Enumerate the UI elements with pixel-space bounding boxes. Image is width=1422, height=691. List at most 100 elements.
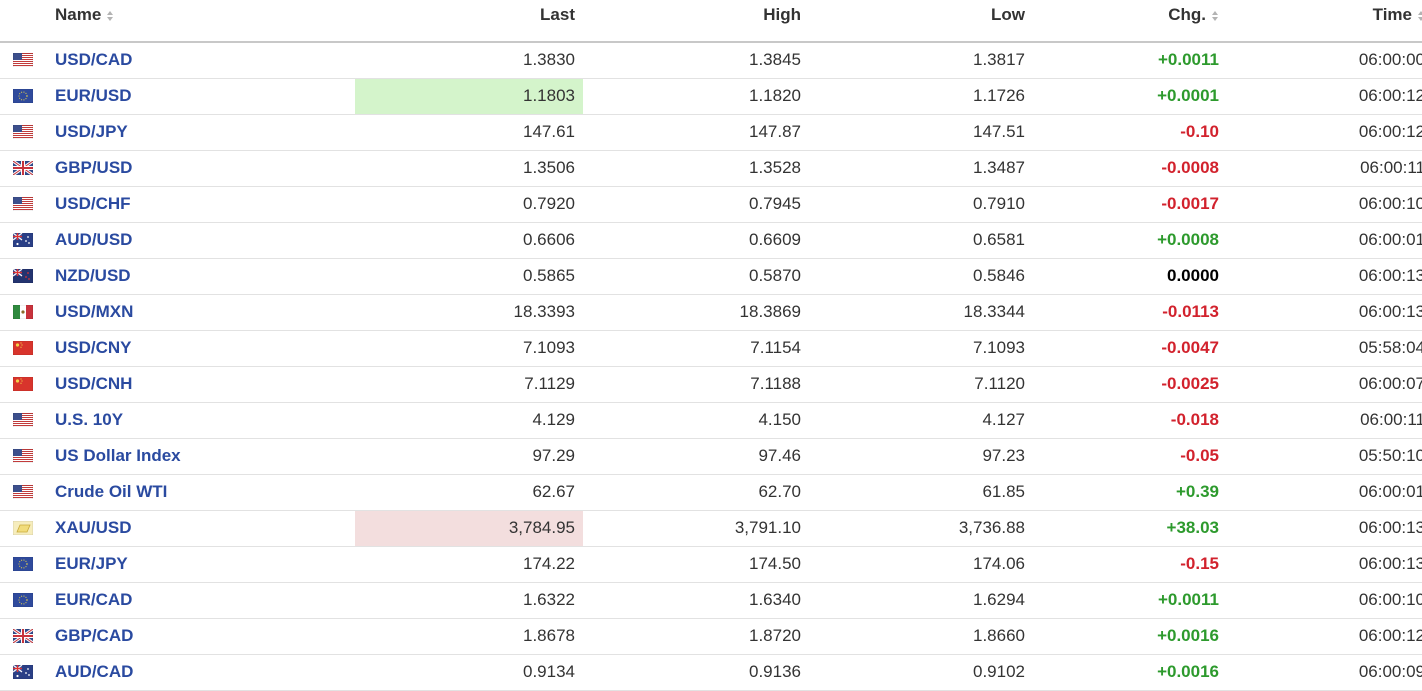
table-row[interactable]: EUR/JPY 174.22 174.50 174.06 -0.15 06:00…	[0, 546, 1422, 583]
high-price-cell: 18.3869	[583, 294, 809, 331]
flag-cell	[0, 618, 48, 655]
instrument-link[interactable]: USD/CAD	[48, 50, 132, 69]
table-row[interactable]: AUD/USD 0.6606 0.6609 0.6581 +0.0008 06:…	[0, 222, 1422, 259]
flag-cell	[0, 150, 48, 187]
time-header-label: Time	[1372, 4, 1412, 24]
instrument-link[interactable]: US Dollar Index	[48, 446, 181, 465]
time-cell: 06:00:11	[1225, 402, 1422, 439]
table-row[interactable]: U.S. 10Y 4.129 4.150 4.127 -0.018 06:00:…	[0, 402, 1422, 439]
instrument-link[interactable]: U.S. 10Y	[48, 410, 123, 429]
us-flag-icon	[0, 449, 48, 463]
table-row[interactable]: Crude Oil WTI 62.67 62.70 61.85 +0.39 06…	[0, 474, 1422, 511]
uk-flag-icon	[0, 629, 48, 643]
table-row[interactable]: EUR/USD 1.1803 1.1820 1.1726 +0.0001 06:…	[0, 78, 1422, 115]
instrument-link[interactable]: USD/JPY	[48, 122, 128, 141]
instrument-link[interactable]: USD/CNY	[48, 338, 132, 357]
flag-column-header	[0, 0, 48, 43]
instrument-link[interactable]: USD/MXN	[48, 302, 133, 321]
table-row[interactable]: EUR/CAD 1.6322 1.6340 1.6294 +0.0011 06:…	[0, 582, 1422, 619]
last-price-cell: 1.1803	[355, 78, 583, 115]
instrument-link[interactable]: EUR/USD	[48, 86, 132, 105]
table-row[interactable]: USD/CAD 1.3830 1.3845 1.3817 +0.0011 06:…	[0, 42, 1422, 79]
change-cell: +0.0001	[1033, 78, 1225, 115]
high-price-cell: 1.3528	[583, 150, 809, 187]
last-price-cell: 0.9134	[355, 654, 583, 691]
instrument-link[interactable]: EUR/JPY	[48, 554, 128, 573]
table-row[interactable]: USD/CNY 7.1093 7.1154 7.1093 -0.0047 05:…	[0, 330, 1422, 367]
table-header-row: Name Last High Low Chg. Time	[0, 0, 1422, 43]
instrument-link[interactable]: USD/CHF	[48, 194, 131, 213]
chg-column-header[interactable]: Chg.	[1033, 0, 1225, 43]
instrument-link[interactable]: NZD/USD	[48, 266, 131, 285]
instrument-link[interactable]: AUD/USD	[48, 230, 132, 249]
change-cell: -0.018	[1033, 402, 1225, 439]
high-price-cell: 1.6340	[583, 582, 809, 619]
instrument-link[interactable]: AUD/CAD	[48, 662, 133, 681]
time-cell: 06:00:13	[1225, 294, 1422, 331]
change-cell: +38.03	[1033, 510, 1225, 547]
change-cell: -0.0113	[1033, 294, 1225, 331]
change-cell: +0.0011	[1033, 582, 1225, 619]
time-cell: 06:00:00	[1225, 42, 1422, 79]
last-header-label: Last	[540, 4, 575, 24]
flag-cell	[0, 186, 48, 223]
sort-icon[interactable]	[1417, 10, 1422, 22]
table-row[interactable]: GBP/USD 1.3506 1.3528 1.3487 -0.0008 06:…	[0, 150, 1422, 187]
mx-flag-icon	[0, 305, 48, 319]
time-column-header[interactable]: Time	[1225, 0, 1422, 43]
high-price-cell: 174.50	[583, 546, 809, 583]
low-price-cell: 1.1726	[809, 78, 1033, 115]
last-price-cell: 7.1129	[355, 366, 583, 403]
instrument-link[interactable]: GBP/CAD	[48, 626, 133, 645]
nz-flag-icon	[0, 269, 48, 283]
flag-cell	[0, 78, 48, 115]
table-row[interactable]: US Dollar Index 97.29 97.46 97.23 -0.05 …	[0, 438, 1422, 475]
high-price-cell: 7.1188	[583, 366, 809, 403]
time-cell: 06:00:01	[1225, 474, 1422, 511]
flag-cell	[0, 654, 48, 691]
flag-cell	[0, 222, 48, 259]
change-cell: -0.15	[1033, 546, 1225, 583]
sort-icon[interactable]	[1211, 10, 1219, 22]
high-price-cell: 7.1154	[583, 330, 809, 367]
sort-icon[interactable]	[106, 10, 114, 22]
chg-header-label: Chg.	[1168, 4, 1206, 24]
low-price-cell: 174.06	[809, 546, 1033, 583]
instrument-link[interactable]: GBP/USD	[48, 158, 132, 177]
last-price-cell: 1.3506	[355, 150, 583, 187]
low-price-cell: 97.23	[809, 438, 1033, 475]
low-price-cell: 1.3487	[809, 150, 1033, 187]
high-column-header: High	[583, 0, 809, 43]
eu-flag-icon	[0, 593, 48, 607]
instrument-link[interactable]: XAU/USD	[48, 518, 132, 537]
low-price-cell: 1.8660	[809, 618, 1033, 655]
table-row[interactable]: USD/JPY 147.61 147.87 147.51 -0.10 06:00…	[0, 114, 1422, 151]
table-row[interactable]: USD/CNH 7.1129 7.1188 7.1120 -0.0025 06:…	[0, 366, 1422, 403]
high-price-cell: 1.8720	[583, 618, 809, 655]
last-price-cell: 0.6606	[355, 222, 583, 259]
high-price-cell: 0.7945	[583, 186, 809, 223]
change-cell: -0.05	[1033, 438, 1225, 475]
instrument-link[interactable]: EUR/CAD	[48, 590, 132, 609]
table-row[interactable]: GBP/CAD 1.8678 1.8720 1.8660 +0.0016 06:…	[0, 618, 1422, 655]
table-row[interactable]: USD/MXN 18.3393 18.3869 18.3344 -0.0113 …	[0, 294, 1422, 331]
high-price-cell: 3,791.10	[583, 510, 809, 547]
instrument-link[interactable]: Crude Oil WTI	[48, 482, 167, 501]
table-row[interactable]: USD/CHF 0.7920 0.7945 0.7910 -0.0017 06:…	[0, 186, 1422, 223]
name-cell: EUR/JPY	[48, 546, 355, 583]
last-price-cell: 147.61	[355, 114, 583, 151]
table-row[interactable]: NZD/USD 0.5865 0.5870 0.5846 0.0000 06:0…	[0, 258, 1422, 295]
name-header-label: Name	[55, 4, 102, 24]
au-flag-icon	[0, 665, 48, 679]
low-price-cell: 1.3817	[809, 42, 1033, 79]
name-cell: US Dollar Index	[48, 438, 355, 475]
instrument-link[interactable]: USD/CNH	[48, 374, 132, 393]
name-column-header[interactable]: Name	[48, 0, 355, 43]
quotes-table-body: USD/CAD 1.3830 1.3845 1.3817 +0.0011 06:…	[0, 42, 1422, 691]
change-cell: +0.0016	[1033, 618, 1225, 655]
last-price-cell: 1.3830	[355, 42, 583, 79]
flag-cell	[0, 402, 48, 439]
table-row[interactable]: AUD/CAD 0.9134 0.9136 0.9102 +0.0016 06:…	[0, 654, 1422, 691]
table-row[interactable]: XAU/USD 3,784.95 3,791.10 3,736.88 +38.0…	[0, 510, 1422, 547]
time-cell: 06:00:13	[1225, 258, 1422, 295]
